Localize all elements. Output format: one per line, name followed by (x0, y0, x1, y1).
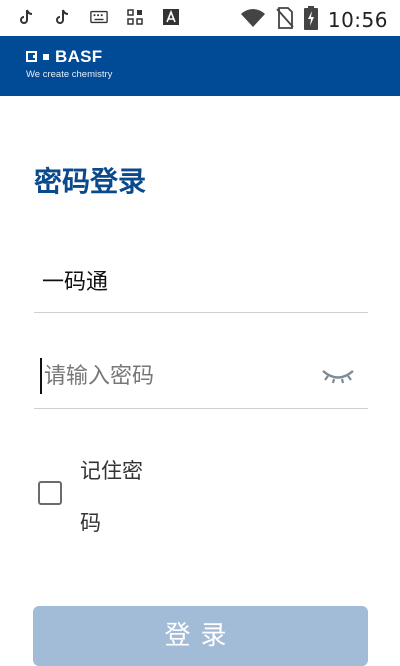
clock: 10:56 (327, 8, 388, 32)
password-input[interactable] (40, 358, 316, 394)
password-field[interactable] (34, 348, 368, 409)
wifi-icon (240, 8, 266, 32)
remember-password-label[interactable]: 记住密码 (80, 445, 152, 549)
a-notification-icon (162, 8, 180, 26)
login-button[interactable]: 登录 (33, 606, 368, 666)
header-bar: BASF We create chemistry (0, 36, 400, 96)
logo-tagline: We create chemistry (26, 69, 113, 80)
username-value[interactable]: 一码通 (42, 264, 108, 296)
system-icons: 10:56 (240, 6, 388, 34)
apps-icon (126, 8, 144, 26)
notification-icons (18, 8, 180, 26)
logo-dot-icon (43, 53, 49, 60)
tiktok-icon (18, 8, 36, 26)
no-sim-icon (276, 7, 294, 33)
status-bar: 10:56 (0, 0, 400, 36)
keyboard-icon (90, 8, 108, 26)
remember-password-checkbox[interactable] (38, 481, 62, 505)
logo-square-icon (26, 51, 37, 62)
logo-text: BASF (55, 47, 103, 66)
battery-charging-icon (303, 6, 318, 34)
page-title: 密码登录 (34, 165, 147, 198)
eye-closed-icon[interactable] (320, 364, 356, 388)
tiktok-icon (54, 8, 72, 26)
basf-logo: BASF We create chemistry (26, 48, 112, 80)
username-field[interactable]: 一码通 (34, 252, 368, 313)
